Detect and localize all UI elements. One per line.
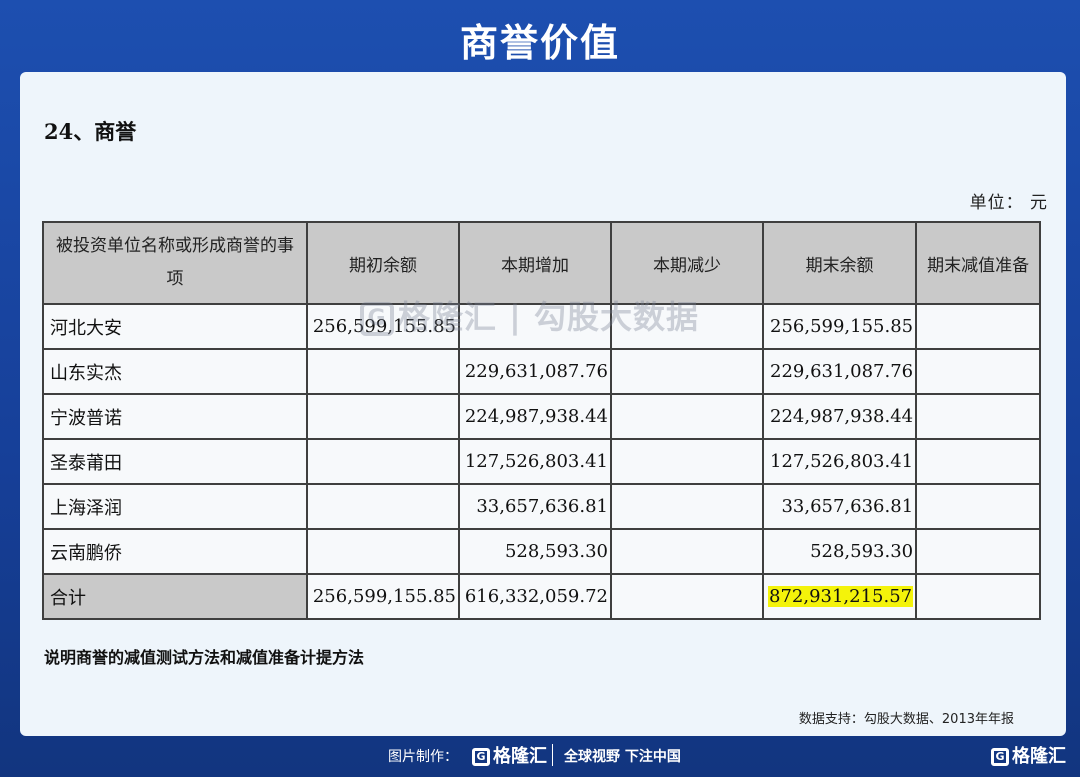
footer-brand-name: 格隆汇 bbox=[493, 746, 547, 767]
table-cell bbox=[610, 348, 764, 395]
footer-slogan: 全球视野 下注中国 bbox=[564, 749, 681, 765]
table-cell: 229,631,087.76 bbox=[458, 348, 612, 395]
footer-brand: G 格隆汇 bbox=[472, 742, 547, 768]
corner-logo-icon: G bbox=[991, 748, 1009, 766]
table-cell bbox=[915, 528, 1042, 575]
corner-brand-name: 格隆汇 bbox=[1012, 746, 1066, 767]
column-header: 期初余额 bbox=[306, 221, 460, 305]
column-header: 本期减少 bbox=[610, 221, 764, 305]
table-cell: 宁波普诺 bbox=[42, 393, 308, 440]
total-cell: 616,332,059.72 bbox=[458, 573, 612, 620]
table-cell bbox=[610, 303, 764, 350]
table-row: 上海泽润 33,657,636.81 33,657,636.81 bbox=[42, 483, 1042, 530]
brand-logo-icon: G bbox=[472, 748, 490, 766]
footer: 图片制作： G 格隆汇 全球视野 下注中国 G 格隆汇 bbox=[0, 740, 1080, 770]
corner-brand: G 格隆汇 bbox=[991, 742, 1066, 768]
unit-label: 单位： 元 bbox=[969, 193, 1048, 213]
document-card: 24、商誉 单位： 元 被投资单位名称或形成商誉的事项 期初余额 本期增加 本期… bbox=[20, 72, 1066, 736]
table-cell: 127,526,803.41 bbox=[761, 438, 918, 485]
table-cell: 127,526,803.41 bbox=[458, 438, 612, 485]
table-cell: 33,657,636.81 bbox=[458, 483, 612, 530]
table-cell bbox=[306, 528, 460, 575]
column-header: 期末余额 bbox=[761, 221, 918, 305]
section-heading: 24、商誉 bbox=[44, 119, 137, 144]
table-cell bbox=[610, 438, 764, 485]
goodwill-table: 被投资单位名称或形成商誉的事项 期初余额 本期增加 本期减少 期末余额 期末减值… bbox=[42, 221, 1042, 620]
table-cell bbox=[915, 483, 1042, 530]
table-cell bbox=[610, 528, 764, 575]
page-title: 商誉价值 bbox=[459, 21, 620, 65]
table-cell: 云南鹏侨 bbox=[42, 528, 308, 575]
table-cell bbox=[306, 438, 460, 485]
table-header-row: 被投资单位名称或形成商誉的事项 期初余额 本期增加 本期减少 期末余额 期末减值… bbox=[42, 221, 1042, 305]
note-text: 说明商誉的减值测试方法和减值准备计提方法 bbox=[44, 648, 365, 667]
table-cell bbox=[915, 438, 1042, 485]
total-cell-highlighted: 872,931,215.57 bbox=[761, 573, 918, 620]
highlighted-total-value: 872,931,215.57 bbox=[768, 586, 914, 607]
table-cell bbox=[458, 303, 612, 350]
table-cell bbox=[610, 393, 764, 440]
table-cell bbox=[915, 303, 1042, 350]
total-row: 合计 256,599,155.85 616,332,059.72 872,931… bbox=[42, 573, 1042, 620]
table-cell bbox=[610, 483, 764, 530]
table-cell: 256,599,155.85 bbox=[761, 303, 918, 350]
column-header: 被投资单位名称或形成商誉的事项 bbox=[42, 221, 308, 305]
column-header: 期末减值准备 bbox=[915, 221, 1042, 305]
table-row: 云南鹏侨 528,593.30 528,593.30 bbox=[42, 528, 1042, 575]
table-cell: 224,987,938.44 bbox=[761, 393, 918, 440]
footer-divider bbox=[552, 744, 553, 766]
footer-made-by: 图片制作： bbox=[388, 749, 458, 765]
table-cell bbox=[915, 348, 1042, 395]
table-cell: 圣泰莆田 bbox=[42, 438, 308, 485]
column-header: 本期增加 bbox=[458, 221, 612, 305]
table-cell: 山东实杰 bbox=[42, 348, 308, 395]
table-cell: 河北大安 bbox=[42, 303, 308, 350]
total-cell: 256,599,155.85 bbox=[306, 573, 460, 620]
total-cell bbox=[610, 573, 764, 620]
table-cell: 229,631,087.76 bbox=[761, 348, 918, 395]
table-cell: 33,657,636.81 bbox=[761, 483, 918, 530]
table-cell: 256,599,155.85 bbox=[306, 303, 460, 350]
table-cell bbox=[306, 393, 460, 440]
table-row: 圣泰莆田 127,526,803.41 127,526,803.41 bbox=[42, 438, 1042, 485]
table-cell bbox=[915, 393, 1042, 440]
table-row: 山东实杰 229,631,087.76 229,631,087.76 bbox=[42, 348, 1042, 395]
table-cell: 528,593.30 bbox=[761, 528, 918, 575]
table-cell: 528,593.30 bbox=[458, 528, 612, 575]
table-cell bbox=[306, 348, 460, 395]
table-row: 宁波普诺 224,987,938.44 224,987,938.44 bbox=[42, 393, 1042, 440]
table-cell: 上海泽润 bbox=[42, 483, 308, 530]
table-cell bbox=[306, 483, 460, 530]
total-cell bbox=[915, 573, 1042, 620]
total-label: 合计 bbox=[42, 573, 308, 620]
table-cell: 224,987,938.44 bbox=[458, 393, 612, 440]
table-row: 河北大安 256,599,155.85 256,599,155.85 bbox=[42, 303, 1042, 350]
source-text: 数据支持：勾股大数据、2013年年报 bbox=[798, 712, 1014, 727]
